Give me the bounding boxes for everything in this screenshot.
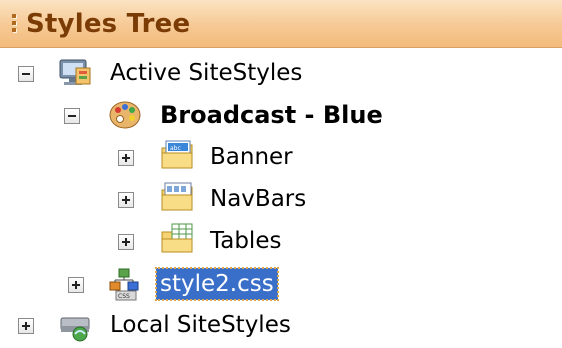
navbars-folder-icon xyxy=(160,180,194,214)
svg-text:abc: abc xyxy=(170,145,181,152)
tree-node-label: style2.css xyxy=(155,267,279,301)
tree-node-label: Banner xyxy=(210,144,293,170)
tree-node-navbars[interactable]: NavBars xyxy=(0,180,340,220)
sitestyles-monitor-icon xyxy=(58,56,92,90)
collapse-toggle-icon[interactable] xyxy=(18,66,34,82)
collapse-toggle-icon[interactable] xyxy=(64,108,80,124)
expand-toggle-icon[interactable] xyxy=(68,277,84,293)
panel-title: Styles Tree xyxy=(26,9,191,39)
tree-node-label: Active SiteStyles xyxy=(110,60,303,86)
tree-node-label: Local SiteStyles xyxy=(110,312,291,338)
tree-node-label: Broadcast - Blue xyxy=(160,101,383,129)
expand-toggle-icon[interactable] xyxy=(118,192,134,208)
tree-node-banner[interactable]: abc Banner xyxy=(0,138,320,178)
tree-node-style2-css[interactable]: CSS style2.css xyxy=(0,265,320,305)
tree-node-label: Tables xyxy=(210,228,282,254)
local-drive-icon xyxy=(58,308,92,342)
palette-icon xyxy=(108,98,142,132)
styles-tree-header: Styles Tree xyxy=(0,0,562,48)
expand-toggle-icon[interactable] xyxy=(18,318,34,334)
banner-folder-icon: abc xyxy=(160,138,194,172)
expand-toggle-icon[interactable] xyxy=(118,234,134,250)
svg-text:CSS: CSS xyxy=(118,293,130,300)
expand-toggle-icon[interactable] xyxy=(118,150,134,166)
tree-node-tables[interactable]: Tables xyxy=(0,222,320,262)
tree-node-active-sitestyles[interactable]: Active SiteStyles xyxy=(0,54,360,94)
tree-node-local-sitestyles[interactable]: Local SiteStyles xyxy=(0,306,360,346)
grip-handle-icon[interactable] xyxy=(12,14,18,36)
tables-folder-icon xyxy=(160,222,194,256)
tree-node-label: NavBars xyxy=(210,186,307,212)
tree-node-broadcast-blue[interactable]: Broadcast - Blue xyxy=(0,96,420,136)
css-stylesheet-icon: CSS xyxy=(108,267,142,301)
